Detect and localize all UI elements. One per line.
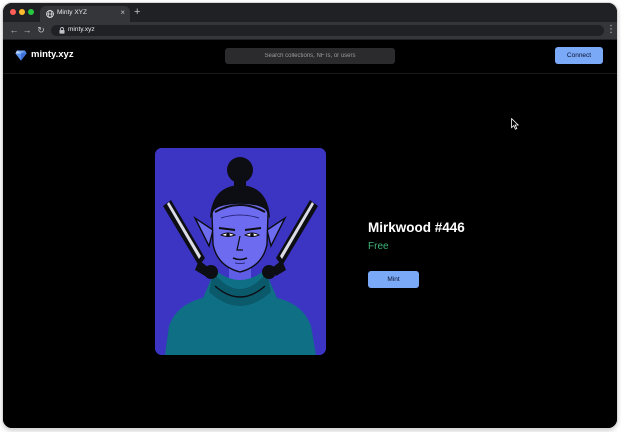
elf-portrait-illustration	[155, 148, 326, 355]
back-icon[interactable]: ←	[8, 24, 20, 36]
site-header: minty.xyz Connect	[3, 40, 617, 74]
connect-button[interactable]: Connect	[555, 47, 603, 64]
search-input[interactable]	[225, 48, 395, 64]
url-text: minty.xyz	[68, 26, 95, 33]
browser-toolbar: ← → ↻ minty.xyz ⋮	[3, 22, 617, 40]
browser-tab[interactable]: Minty XYZ ×	[40, 6, 130, 22]
nft-price: Free	[368, 241, 389, 252]
new-tab-button[interactable]: +	[134, 5, 140, 19]
tab-title: Minty XYZ	[57, 9, 87, 16]
globe-icon	[46, 10, 54, 18]
reload-icon[interactable]: ↻	[35, 24, 47, 36]
tab-close-icon[interactable]: ×	[120, 8, 125, 18]
close-window-button[interactable]	[10, 9, 16, 15]
mouse-cursor-icon	[511, 118, 519, 130]
mint-button[interactable]: Mint	[368, 271, 419, 288]
browser-window: Minty XYZ × + ← → ↻ minty.xyz ⋮ minty.xy…	[3, 3, 617, 428]
forward-icon[interactable]: →	[21, 24, 33, 36]
diamond-logo-icon[interactable]	[15, 50, 27, 61]
page-content: minty.xyz Connect	[3, 40, 617, 428]
site-logo[interactable]: minty.xyz	[31, 49, 74, 60]
maximize-window-button[interactable]	[28, 9, 34, 15]
minimize-window-button[interactable]	[19, 9, 25, 15]
tab-strip: Minty XYZ × +	[3, 3, 617, 22]
nft-title: Mirkwood #446	[368, 220, 465, 235]
nft-image[interactable]	[155, 148, 326, 355]
address-bar[interactable]: minty.xyz	[51, 25, 604, 36]
browser-menu-icon[interactable]: ⋮	[606, 24, 616, 36]
lock-icon	[59, 27, 65, 34]
